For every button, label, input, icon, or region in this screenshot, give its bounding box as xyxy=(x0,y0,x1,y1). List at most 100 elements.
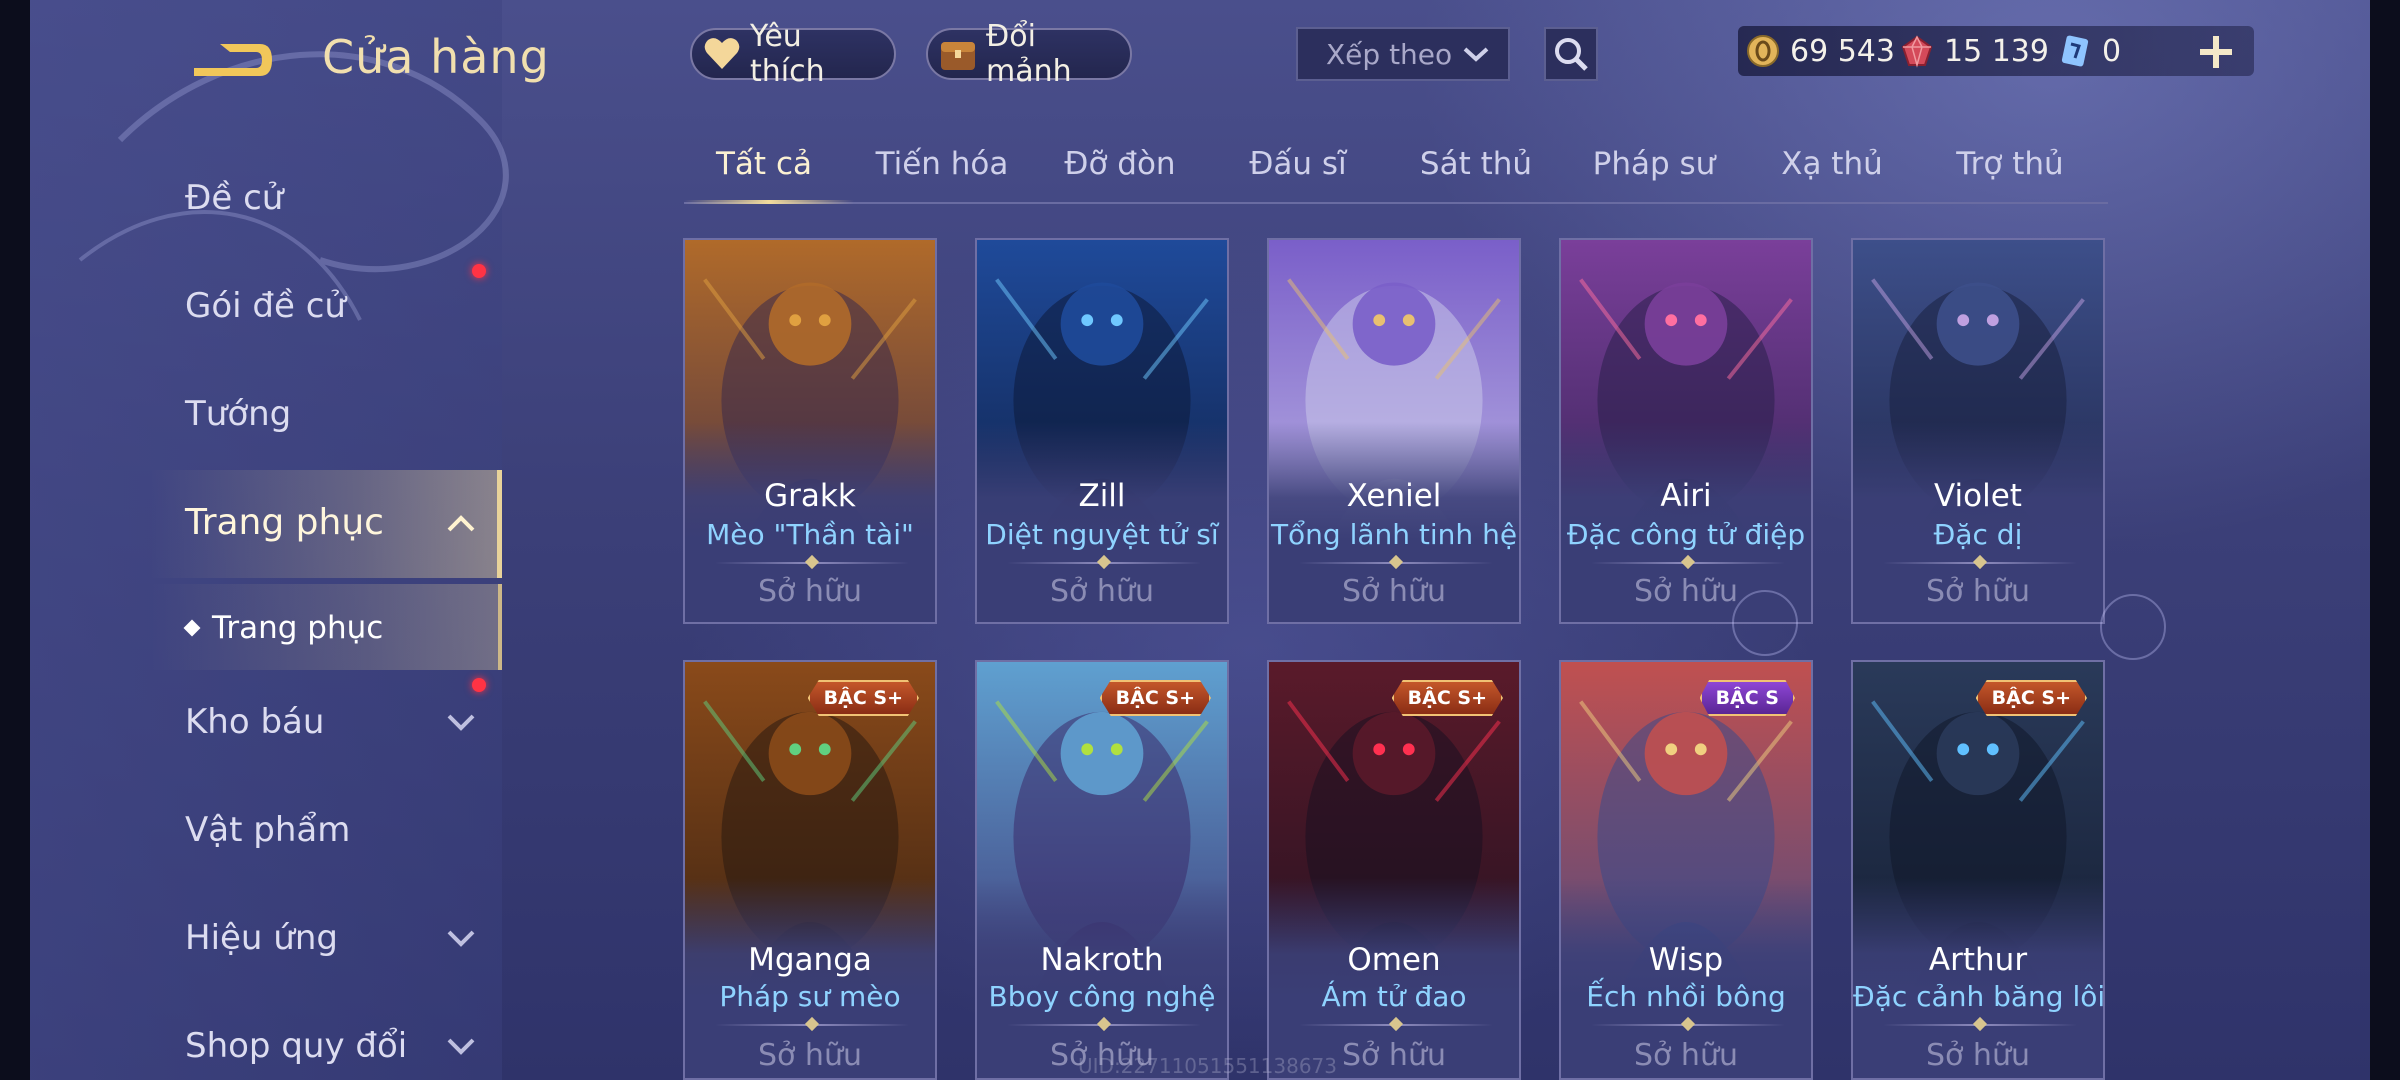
sidebar-item-skins[interactable]: Trang phục xyxy=(185,492,384,552)
skin-name: Bboy công nghệ xyxy=(988,980,1216,1013)
skin-name: Diệt nguyệt tử sĩ xyxy=(985,518,1219,551)
tier-badge: BẬC S xyxy=(1699,680,1795,716)
treasure-chest-icon xyxy=(941,42,975,70)
skin-card[interactable]: Zill Diệt nguyệt tử sĩ Sở hữu xyxy=(975,238,1229,624)
tab-assassin[interactable]: Sát thủ xyxy=(1396,146,1556,182)
card-divider xyxy=(1299,562,1493,564)
card-divider xyxy=(715,1024,909,1026)
hero-name: Zill xyxy=(1078,478,1126,514)
search-button[interactable] xyxy=(1544,27,1598,81)
owned-status: Sở hữu xyxy=(1050,574,1154,609)
favorites-label: Yêu thích xyxy=(750,19,825,89)
owned-status: Sở hữu xyxy=(758,1038,862,1073)
sidebar-item-recommended[interactable]: Đề cử xyxy=(185,168,283,228)
gold-amount: 69 543 xyxy=(1790,33,1895,69)
heart-icon xyxy=(704,38,740,69)
floating-ring-icon xyxy=(1732,590,1798,656)
hero-name: Wisp xyxy=(1648,942,1724,978)
ruby-amount: 15 139 xyxy=(1944,33,2049,69)
skin-card[interactable]: Violet Đặc dị Sở hữu xyxy=(1851,238,2105,624)
skin-card[interactable]: Xeniel Tổng lãnh tinh hệ Sở hữu xyxy=(1267,238,1521,624)
owned-status: Sở hữu xyxy=(1342,574,1446,609)
card-divider xyxy=(1007,1024,1201,1026)
owned-status: Sở hữu xyxy=(1926,574,2030,609)
tab-all[interactable]: Tất cả xyxy=(684,146,844,182)
gold-coin-icon xyxy=(1747,35,1779,67)
ruby-gem-icon xyxy=(1901,35,1933,68)
skin-name: Ám tử đao xyxy=(1321,980,1467,1013)
skin-card[interactable]: Grakk Mèo "Thần tài" Sở hữu xyxy=(683,238,937,624)
tab-tank[interactable]: Đỡ đòn xyxy=(1040,146,1200,182)
sidebar-item-recommended-packs[interactable]: Gói đề cử xyxy=(185,276,346,336)
hero-name: Airi xyxy=(1660,478,1712,514)
favorites-button[interactable]: Yêu thích xyxy=(690,19,896,89)
card-divider xyxy=(1883,1024,2077,1026)
owned-status: Sở hữu xyxy=(1634,1038,1738,1073)
tab-fighter[interactable]: Đấu sĩ xyxy=(1218,146,1378,182)
sort-dropdown-label: Xếp theo xyxy=(1326,37,1453,71)
skin-name: Đặc cảnh băng lôi xyxy=(1853,980,2105,1013)
active-tab-underline xyxy=(684,200,854,204)
tab-evolution[interactable]: Tiến hóa xyxy=(862,146,1022,182)
card-divider xyxy=(715,562,909,564)
skin-name: Ếch nhồi bông xyxy=(1586,980,1786,1013)
skin-name: Đặc dị xyxy=(1933,518,2023,551)
notification-dot xyxy=(472,678,486,692)
skin-card[interactable]: BẬC S+ Mganga Pháp sư mèo Sở hữu xyxy=(683,660,937,1080)
search-icon xyxy=(1555,38,1588,71)
diamond-bullet-icon xyxy=(183,619,201,637)
skin-name: Mèo "Thần tài" xyxy=(706,518,914,551)
tier-badge: BẬC S+ xyxy=(807,680,919,716)
card-divider xyxy=(1299,1024,1493,1026)
tab-support[interactable]: Trợ thủ xyxy=(1930,146,2090,182)
skin-card[interactable]: BẬC S+ Arthur Đặc cảnh băng lôi Sở hữu xyxy=(1851,660,2105,1080)
skin-name: Đặc công tử điệp xyxy=(1566,518,1806,551)
card-divider xyxy=(1591,1024,1785,1026)
skin-card[interactable]: BẬC S+ Omen Ám tử đao Sở hữu xyxy=(1267,660,1521,1080)
chevron-down-icon[interactable] xyxy=(446,1036,476,1056)
page-title: Cửa hàng xyxy=(322,30,550,84)
skin-card[interactable]: BẬC S Wisp Ếch nhồi bông Sở hữu xyxy=(1559,660,1813,1080)
sidebar-item-heroes[interactable]: Tướng xyxy=(185,384,291,444)
back-arrow-icon[interactable] xyxy=(190,38,276,82)
voucher-card-icon xyxy=(2061,35,2089,67)
uid-watermark: UID:22711051551138673 xyxy=(1078,1054,1337,1078)
sidebar-item-effects[interactable]: Hiệu ứng xyxy=(185,908,338,968)
card-divider xyxy=(1883,562,2077,564)
category-tabs: Tất cả Tiến hóa Đỡ đòn Đấu sĩ Sát thủ Ph… xyxy=(684,140,2108,204)
tab-marksman[interactable]: Xạ thủ xyxy=(1752,146,1912,182)
chevron-down-icon[interactable] xyxy=(446,928,476,948)
voucher-amount: 0 xyxy=(2102,33,2122,69)
skin-name: Pháp sư mèo xyxy=(719,980,901,1013)
sidebar-item-items[interactable]: Vật phẩm xyxy=(185,800,350,860)
chevron-up-icon[interactable] xyxy=(446,513,476,533)
chevron-down-icon xyxy=(1463,47,1489,62)
tier-badge: BẬC S+ xyxy=(1975,680,2087,716)
chevron-down-icon[interactable] xyxy=(446,712,476,732)
skin-card[interactable]: BẬC S+ Nakroth Bboy công nghệ Sở hữu xyxy=(975,660,1229,1080)
screen-edge-left xyxy=(0,0,30,1080)
shard-exchange-button[interactable]: Đổi mảnh xyxy=(926,19,1132,89)
floating-ring-icon xyxy=(2100,594,2166,660)
skin-name: Tổng lãnh tinh hệ xyxy=(1270,518,1518,551)
hero-name: Nakroth xyxy=(1040,942,1164,978)
sort-dropdown[interactable]: Xếp theo xyxy=(1296,27,1510,81)
add-currency-plus-icon[interactable] xyxy=(2196,32,2236,72)
sidebar-subitem-label: Trang phục xyxy=(212,610,384,646)
tab-mage[interactable]: Pháp sư xyxy=(1574,146,1734,182)
sidebar-item-exchange-shop[interactable]: Shop quy đổi xyxy=(185,1016,407,1076)
hero-name: Violet xyxy=(1934,478,2022,514)
owned-status: Sở hữu xyxy=(1926,1038,2030,1073)
sidebar-subitem-skins[interactable]: Trang phục xyxy=(183,600,384,656)
hero-name: Xeniel xyxy=(1346,478,1442,514)
screen-edge-right xyxy=(2370,0,2400,1080)
hero-name: Omen xyxy=(1347,942,1441,978)
voucher-balance: 0 xyxy=(2058,29,2121,73)
card-divider xyxy=(1007,562,1201,564)
sidebar-item-treasure[interactable]: Kho báu xyxy=(185,692,324,752)
hero-name: Arthur xyxy=(1928,942,2028,978)
card-divider xyxy=(1591,562,1785,564)
skin-card[interactable]: Airi Đặc công tử điệp Sở hữu xyxy=(1559,238,1813,624)
hero-name: Mganga xyxy=(748,942,872,978)
gold-balance: 69 543 xyxy=(1746,29,1895,73)
